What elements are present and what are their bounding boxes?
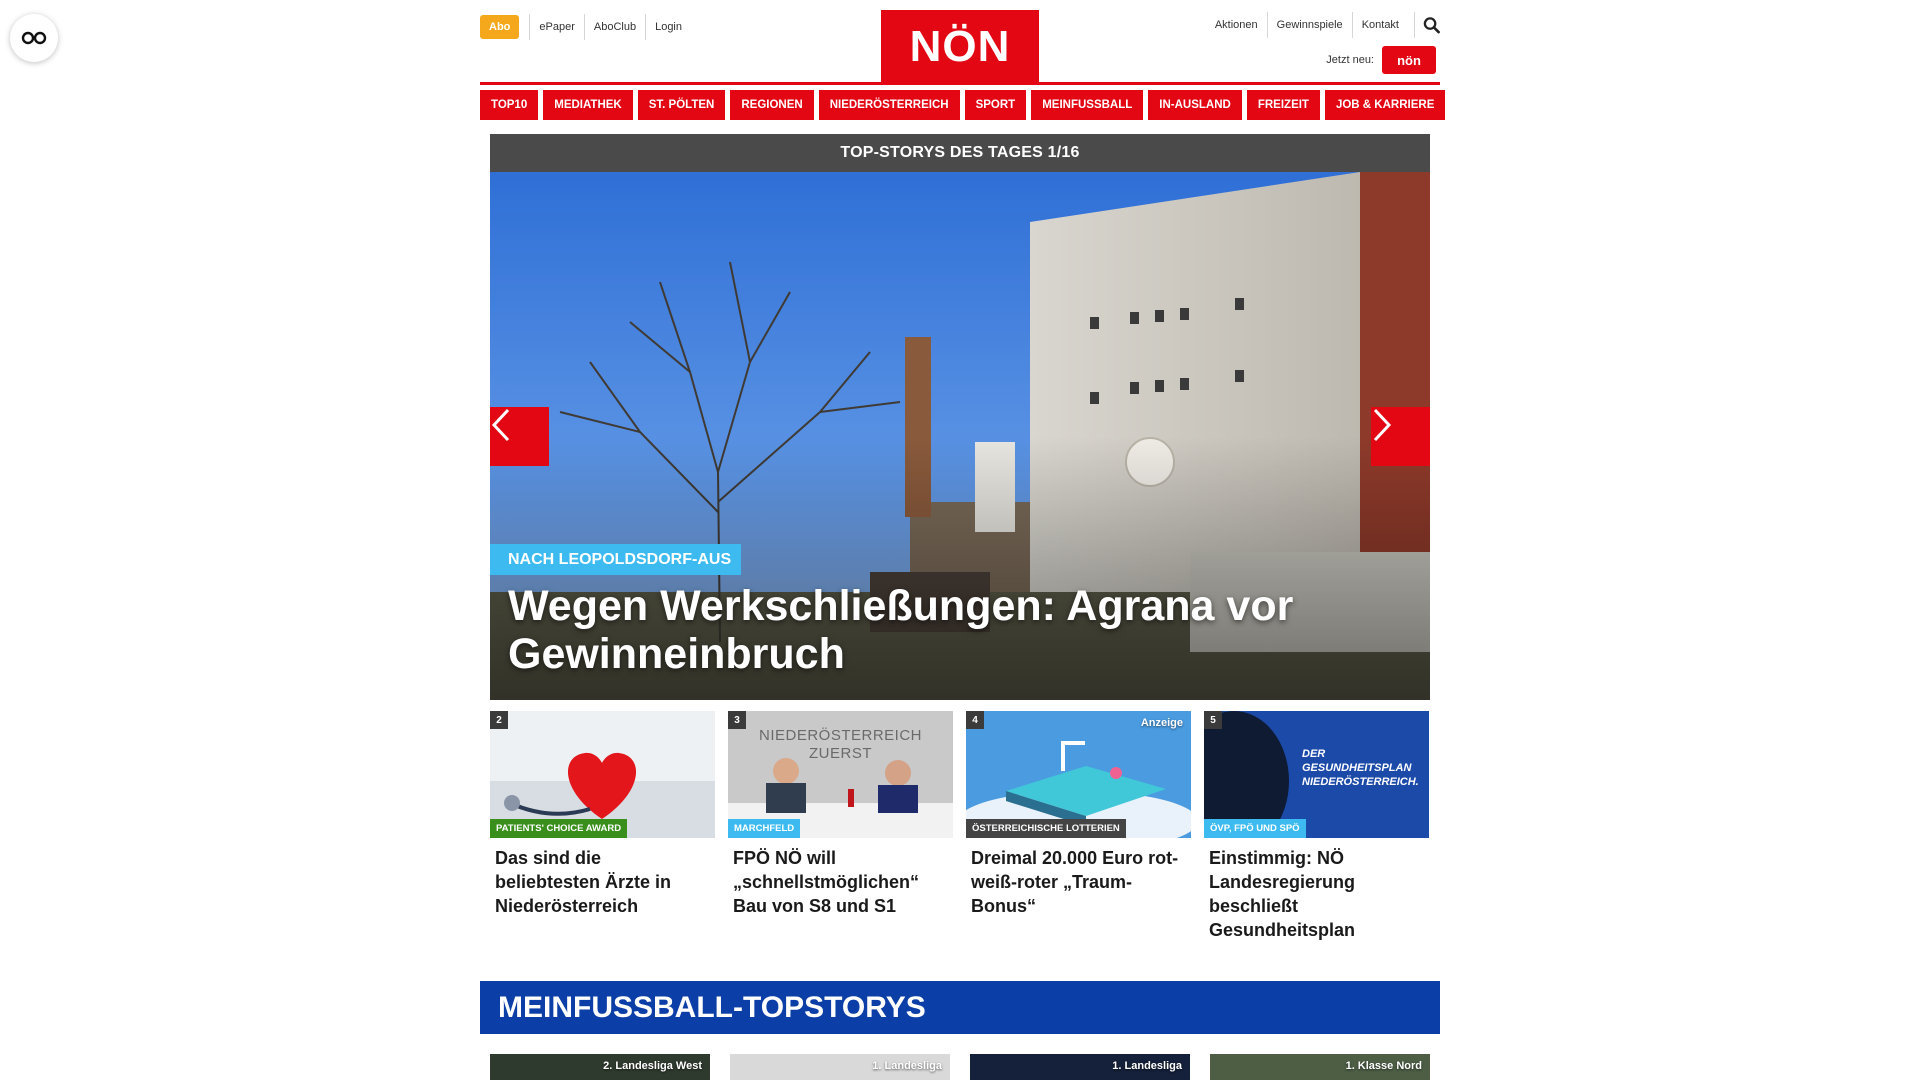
page-container: Abo ePaper AboClub Login NÖN Aktionen Ge… [480, 0, 1446, 1080]
jetzt-neu-label: Jetzt neu: [1326, 54, 1374, 66]
top-story-cards: 2 PATIENTS' CHOICE AWARD Das sind die be… [490, 711, 1430, 942]
nav-item-meinfussball[interactable]: MEINFUSSBALL [1031, 90, 1144, 120]
league-label: 1. Landesliga [872, 1060, 942, 1072]
epaper-link[interactable]: ePaper [529, 14, 583, 40]
story-image: 2 PATIENTS' CHOICE AWARD [490, 711, 715, 838]
story-rank: 2 [490, 711, 508, 729]
kontakt-link[interactable]: Kontakt [1351, 12, 1408, 38]
chevron-right-icon [1373, 408, 1392, 442]
nav-item-st-poelten[interactable]: ST. PÖLTEN [637, 90, 726, 120]
story-card[interactable]: NIEDERÖSTERREICH ZUERST 3 MARCHFELD FPÖ … [728, 711, 953, 942]
nav-item-in-ausland[interactable]: IN-AUSLAND [1148, 90, 1242, 120]
football-card[interactable]: 1. Klasse Nord [1210, 1054, 1430, 1080]
story-card[interactable]: 4 Anzeige ÖSTERREICHISCHE LOTTERIEN Drei… [966, 711, 1191, 942]
hero-headline[interactable]: Wegen Werkschließungen: Agrana vor Gewin… [508, 582, 1388, 678]
slider-prev-button[interactable] [490, 407, 549, 466]
header: Abo ePaper AboClub Login NÖN Aktionen Ge… [480, 0, 1440, 83]
story-tag: ÖVP, FPÖ UND SPÖ [1204, 819, 1306, 838]
aktionen-link[interactable]: Aktionen [1206, 12, 1267, 38]
league-label: 1. Landesliga [1112, 1060, 1182, 1072]
abo-button[interactable]: Abo [480, 15, 520, 39]
ad-label: Anzeige [1140, 717, 1183, 729]
search-button[interactable] [1414, 12, 1440, 38]
story-rank: 4 [966, 711, 984, 729]
football-card[interactable]: 2. Landesliga West [490, 1054, 710, 1080]
nav-item-job-karriere[interactable]: JOB & KARRIERE [1324, 90, 1446, 120]
meinfussball-section-header[interactable]: MEINFUSSBALL-TOPSTORYS [480, 981, 1440, 1034]
hero-slide[interactable]: NACH LEOPOLDSDORF-AUS Wegen Werkschließu… [490, 172, 1430, 700]
nav-item-freizeit[interactable]: FREIZEIT [1246, 90, 1320, 120]
jetzt-neu-promo: Jetzt neu: nön [1326, 46, 1436, 74]
story-tag: ÖSTERREICHISCHE LOTTERIEN [966, 819, 1126, 838]
health-plan-banner-text: DER GESUNDHEITSPLAN NIEDERÖSTERREICH. [1302, 748, 1419, 788]
story-card[interactable]: 2 PATIENTS' CHOICE AWARD Das sind die be… [490, 711, 715, 942]
league-label: 2. Landesliga West [603, 1060, 702, 1072]
nav-item-top10[interactable]: TOP10 [480, 90, 539, 120]
story-image: DER GESUNDHEITSPLAN NIEDERÖSTERREICH. 5 … [1204, 711, 1429, 838]
main-navigation: TOP10 MEDIATHEK ST. PÖLTEN REGIONEN NIED… [480, 90, 1446, 120]
story-title[interactable]: Einstimmig: NÖ Landesregierung beschließ… [1204, 838, 1429, 942]
nav-item-niederoesterreich[interactable]: NIEDERÖSTERREICH [818, 90, 960, 120]
meinfussball-cards: 2. Landesliga West 1. Landesliga 1. Land… [490, 1054, 1430, 1080]
login-link[interactable]: Login [645, 14, 691, 40]
football-card[interactable]: 1. Landesliga [970, 1054, 1190, 1080]
story-rank: 5 [1204, 711, 1222, 729]
story-title[interactable]: Das sind die beliebtesten Ärzte in Niede… [490, 838, 715, 918]
top-stories-header: TOP-STORYS DES TAGES 1/16 [490, 134, 1430, 172]
nav-item-mediathek[interactable]: MEDIATHEK [543, 90, 633, 120]
header-divider [480, 82, 1440, 85]
story-card[interactable]: DER GESUNDHEITSPLAN NIEDERÖSTERREICH. 5 … [1204, 711, 1429, 942]
nav-item-sport[interactable]: SPORT [964, 90, 1027, 120]
story-title[interactable]: FPÖ NÖ will „schnellstmöglichen“ Bau von… [728, 838, 953, 918]
story-tag: PATIENTS' CHOICE AWARD [490, 819, 628, 838]
top-links-left: Abo ePaper AboClub Login [480, 14, 691, 40]
aboclub-link[interactable]: AboClub [583, 14, 645, 40]
chevron-left-icon [491, 408, 510, 442]
league-label: 1. Klasse Nord [1345, 1060, 1422, 1072]
search-icon [1423, 17, 1440, 34]
story-rank: 3 [728, 711, 746, 729]
gewinnspiele-link[interactable]: Gewinnspiele [1266, 12, 1352, 38]
story-title[interactable]: Dreimal 20.000 Euro rot-weiß-roter „Trau… [966, 838, 1191, 918]
football-card[interactable]: 1. Landesliga [730, 1054, 950, 1080]
story-tag: MARCHFELD [728, 819, 801, 838]
reader-mode-button[interactable] [10, 14, 58, 62]
top-links-right: Aktionen Gewinnspiele Kontakt [1206, 12, 1440, 38]
noen-logo[interactable]: NÖN [881, 10, 1039, 83]
slider-next-button[interactable] [1371, 407, 1430, 466]
glasses-icon [21, 31, 47, 45]
nav-item-regionen[interactable]: REGIONEN [730, 90, 814, 120]
story-image: 4 Anzeige ÖSTERREICHISCHE LOTTERIEN [966, 711, 1191, 838]
story-image: NIEDERÖSTERREICH ZUERST 3 MARCHFELD [728, 711, 953, 838]
stage-banner-text: NIEDERÖSTERREICH ZUERST [758, 727, 923, 762]
kleine-noen-promo-button[interactable]: nön [1382, 46, 1436, 74]
hero-kicker[interactable]: NACH LEOPOLDSDORF-AUS [490, 544, 742, 575]
